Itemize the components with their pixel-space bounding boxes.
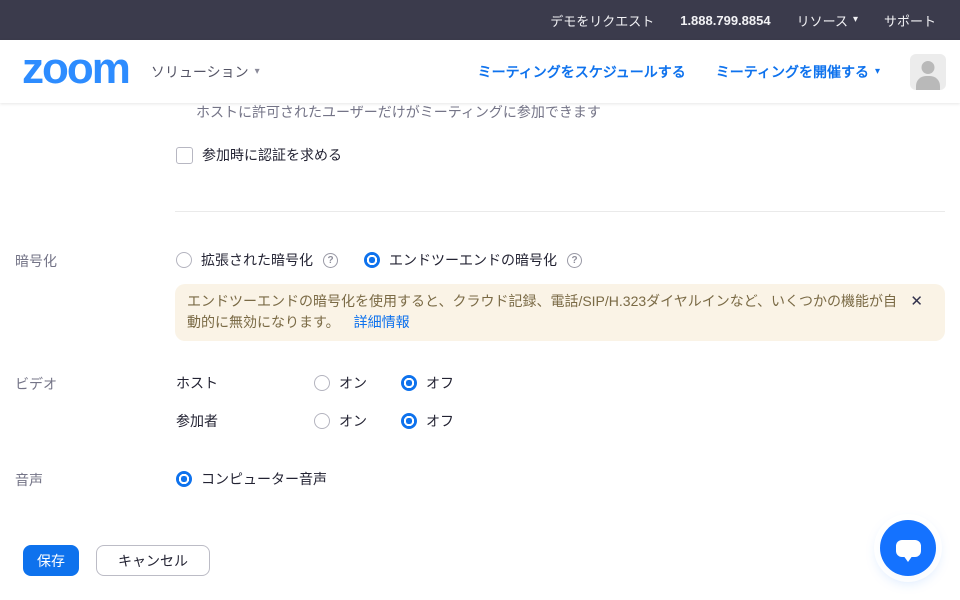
enhanced-encryption-label: 拡張された暗号化 [201, 250, 313, 270]
support-link[interactable]: サポート [884, 11, 936, 30]
header-right-nav: ミーティングをスケジュールする ミーティングを開催する ▾ [478, 54, 960, 90]
radio-unselected-icon[interactable] [314, 413, 330, 429]
chat-fab-button[interactable] [880, 520, 936, 576]
video-participant-on-option[interactable]: オン [314, 411, 367, 431]
user-avatar[interactable] [910, 54, 946, 90]
checkbox-unchecked-icon[interactable] [176, 147, 193, 164]
form-actions: 保存 キャンセル [23, 545, 210, 576]
video-host-on-option[interactable]: オン [314, 373, 367, 393]
request-demo-link[interactable]: デモをリクエスト [550, 11, 654, 30]
warning-message: エンドツーエンドの暗号化を使用すると、クラウド記録、電話/SIP/H.323ダイ… [187, 293, 897, 330]
e2e-encryption-option[interactable]: エンドツーエンドの暗号化 ? [364, 250, 582, 270]
radio-selected-icon[interactable] [401, 375, 417, 391]
waiting-room-note: ホストに許可されたユーザーだけがミーティングに参加できます [196, 102, 601, 122]
learn-more-link[interactable]: 詳細情報 [354, 314, 410, 330]
zoom-logo[interactable]: zoom [22, 47, 129, 97]
solutions-label: ソリューション [151, 62, 249, 82]
help-icon[interactable]: ? [323, 253, 338, 268]
audio-section-label: 音声 [15, 470, 43, 490]
e2e-warning-banner: エンドツーエンドの暗号化を使用すると、クラウド記録、電話/SIP/H.323ダイ… [175, 284, 945, 341]
require-auth-option[interactable]: 参加時に認証を求める [176, 145, 342, 165]
video-participant-row: 参加者 オン オフ [176, 411, 454, 431]
help-icon[interactable]: ? [567, 253, 582, 268]
resources-menu[interactable]: リソース ▾ [797, 11, 858, 30]
audio-option-row: コンピューター音声 [176, 469, 327, 489]
computer-audio-option[interactable]: コンピューター音声 [176, 469, 327, 489]
video-host-on-label: オン [339, 373, 367, 393]
video-host-row: ホスト オン オフ [176, 373, 454, 393]
cancel-button[interactable]: キャンセル [96, 545, 210, 576]
enhanced-encryption-option[interactable]: 拡張された暗号化 ? [176, 250, 338, 270]
radio-unselected-icon[interactable] [314, 375, 330, 391]
solutions-menu[interactable]: ソリューション ▾ [151, 62, 260, 82]
radio-selected-icon[interactable] [364, 252, 380, 268]
require-auth-label: 参加時に認証を求める [202, 145, 342, 165]
radio-unselected-icon[interactable] [176, 252, 192, 268]
chevron-down-icon: ▾ [255, 67, 260, 77]
host-meeting-menu[interactable]: ミーティングを開催する ▾ [716, 62, 880, 82]
radio-selected-icon[interactable] [176, 471, 192, 487]
chevron-down-icon: ▾ [853, 15, 858, 25]
video-host-label: ホスト [176, 373, 314, 393]
chevron-down-icon: ▾ [875, 67, 880, 77]
close-icon[interactable]: ✕ [910, 294, 923, 309]
save-button[interactable]: 保存 [23, 545, 79, 576]
radio-selected-icon[interactable] [401, 413, 417, 429]
avatar-person-icon [916, 76, 940, 90]
video-participant-off-label: オフ [426, 411, 454, 431]
main-header: zoom ソリューション ▾ ミーティングをスケジュールする ミーティングを開催… [0, 40, 960, 103]
schedule-meeting-link[interactable]: ミーティングをスケジュールする [478, 62, 686, 82]
section-divider [175, 211, 945, 212]
host-meeting-label: ミーティングを開催する [716, 62, 869, 82]
video-participant-label: 参加者 [176, 411, 314, 431]
computer-audio-label: コンピューター音声 [201, 469, 327, 489]
resources-label: リソース [797, 11, 848, 30]
video-host-off-option[interactable]: オフ [401, 373, 454, 393]
video-host-off-label: オフ [426, 373, 454, 393]
encryption-section-label: 暗号化 [15, 251, 57, 271]
avatar-person-icon [922, 61, 935, 74]
chat-bubble-icon [896, 540, 921, 557]
phone-number-link[interactable]: 1.888.799.8854 [680, 13, 770, 28]
top-utility-bar: デモをリクエスト 1.888.799.8854 リソース ▾ サポート [0, 0, 960, 40]
video-section-label: ビデオ [15, 374, 57, 394]
video-participant-on-label: オン [339, 411, 367, 431]
encryption-options: 拡張された暗号化 ? エンドツーエンドの暗号化 ? [176, 250, 582, 270]
video-participant-off-option[interactable]: オフ [401, 411, 454, 431]
e2e-encryption-label: エンドツーエンドの暗号化 [389, 250, 557, 270]
